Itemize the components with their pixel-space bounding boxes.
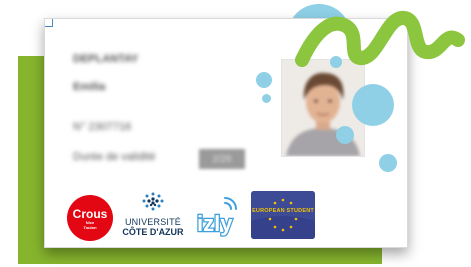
izly-logo-graphic: izly <box>196 197 237 237</box>
izly-logo: izly <box>195 195 241 241</box>
student-firstname: Emilia <box>73 81 106 93</box>
crous-logo-sub2: Toulon <box>83 225 97 230</box>
validity-label: Durée de validité <box>73 151 156 163</box>
bubble-decoration <box>336 126 354 144</box>
uca-line2: CÔTE D'AZUR <box>122 227 184 237</box>
european-student-card-logo: EUROPEAN STUDENT <box>251 191 315 239</box>
esc-logo-text: EUROPEAN STUDENT <box>252 208 314 214</box>
uca-dots-icon <box>142 192 164 211</box>
crous-logo-text: Crous <box>72 207 108 221</box>
student-lastname: DEPLANTAY <box>73 53 139 65</box>
izly-logo-text: izly <box>197 211 233 236</box>
student-number: N° 2307716 <box>73 121 132 133</box>
bubble-decoration <box>379 154 397 172</box>
crous-logo: Crous Nice Toulon <box>67 195 113 241</box>
eu-stars-icon <box>251 191 315 239</box>
uca-line1: UNIVERSITÉ <box>124 217 181 227</box>
corner-mark <box>45 19 53 27</box>
green-squiggle-decoration <box>295 11 465 67</box>
student-card-illustration: DEPLANTAY Emilia N° 2307716 Durée de val… <box>0 0 471 267</box>
validity-value: 2/26 <box>199 149 245 169</box>
bubble-decoration <box>256 72 272 88</box>
bubble-decoration <box>262 94 271 103</box>
universite-cote-dazur-logo: UNIVERSITÉ CÔTE D'AZUR <box>121 191 185 245</box>
